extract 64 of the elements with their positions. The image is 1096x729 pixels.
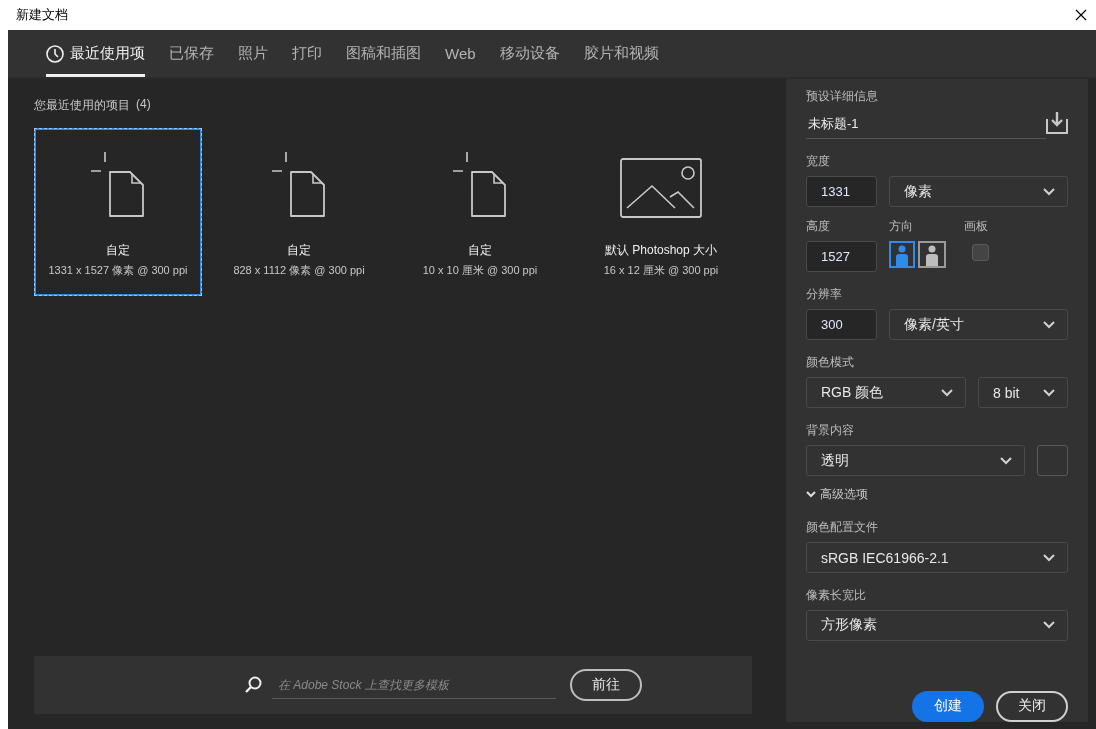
new-document-icon: [272, 152, 326, 218]
chevron-down-icon: [1043, 553, 1055, 562]
field-label: 背景内容: [806, 422, 855, 440]
dropdown[interactable]: sRGB IEC61966-2.1: [806, 542, 1068, 574]
landscape-button[interactable]: [918, 241, 946, 269]
search-icon: [244, 676, 262, 694]
section-heading: 您最近使用的项目: [34, 97, 130, 114]
preset-card[interactable]: 自定 10 x 10 厘米 @ 300 ppi: [396, 128, 564, 296]
item-count: (4): [136, 97, 151, 113]
preset-card[interactable]: 自定 1331 x 1527 像素 @ 300 ppi: [34, 128, 202, 296]
go-button[interactable]: 前往: [570, 669, 642, 701]
number-field[interactable]: 1331: [806, 176, 877, 207]
field-label: 预设详细信息: [806, 88, 879, 105]
tab[interactable]: 照片: [226, 30, 280, 77]
tab[interactable]: 移动设备: [487, 30, 572, 77]
number-field[interactable]: 300: [806, 309, 877, 341]
dropdown[interactable]: RGB 颜色: [806, 377, 966, 409]
color-swatch[interactable]: [1037, 445, 1068, 477]
create-button[interactable]: 创建: [912, 691, 984, 722]
field-label: 颜色配置文件: [806, 519, 879, 537]
dropdown[interactable]: 透明: [806, 445, 1025, 477]
chevron-down-icon: [1043, 621, 1055, 630]
dropdown[interactable]: 8 bit: [978, 377, 1068, 409]
preset-card[interactable]: 默认 Photoshop 大小 16 x 12 厘米 @ 300 ppi: [577, 128, 745, 296]
chevron-down-icon: [1043, 388, 1055, 397]
field-label: 分辨率: [806, 286, 843, 304]
dropdown[interactable]: 像素/英寸: [889, 309, 1068, 341]
tab[interactable]: 胶片和视频: [571, 30, 671, 77]
dropdown[interactable]: 像素: [889, 176, 1068, 207]
field-label: 画板: [964, 218, 989, 236]
field-label: 方向: [889, 218, 914, 236]
download-icon: [1046, 111, 1068, 134]
chevron-down-icon: [941, 388, 953, 397]
new-document-icon: [453, 152, 507, 218]
number-field[interactable]: 1527: [806, 241, 877, 273]
tab[interactable]: 最近使用项: [46, 30, 145, 77]
search-field[interactable]: 在 Adobe Stock 上查找更多模板: [272, 671, 556, 699]
tab[interactable]: Web: [433, 30, 488, 77]
save-preset-button[interactable]: [1046, 111, 1068, 137]
dropdown[interactable]: 方形像素: [806, 610, 1068, 641]
tab[interactable]: 图稿和插图: [334, 30, 433, 77]
chevron-down-icon: [1043, 187, 1055, 196]
new-document-icon: [91, 152, 145, 218]
window-title: 新建文档: [16, 6, 68, 24]
image-icon: [620, 158, 702, 218]
person-icon: [924, 245, 940, 267]
field-label: 像素长宽比: [806, 587, 867, 604]
field-label: 颜色模式: [806, 354, 855, 372]
close-button[interactable]: 关闭: [996, 691, 1068, 722]
chevron-down-icon: [806, 490, 816, 499]
artboard-checkbox[interactable]: [972, 244, 989, 262]
advanced-options-toggle[interactable]: 高级选项: [806, 486, 868, 504]
tab[interactable]: 已保存: [157, 30, 226, 77]
field-label: 高度: [806, 218, 831, 236]
preset-card[interactable]: 自定 828 x 1112 像素 @ 300 ppi: [215, 128, 383, 296]
chevron-down-icon: [1043, 320, 1055, 329]
close-icon: [1075, 9, 1087, 21]
portrait-button[interactable]: [889, 241, 915, 269]
chevron-down-icon: [1000, 456, 1012, 465]
clock-icon: [46, 44, 64, 63]
tab[interactable]: 打印: [280, 30, 334, 77]
field-label: 宽度: [806, 153, 831, 170]
person-icon: [894, 245, 910, 267]
document-name-field[interactable]: 未标题-1: [806, 109, 1046, 139]
